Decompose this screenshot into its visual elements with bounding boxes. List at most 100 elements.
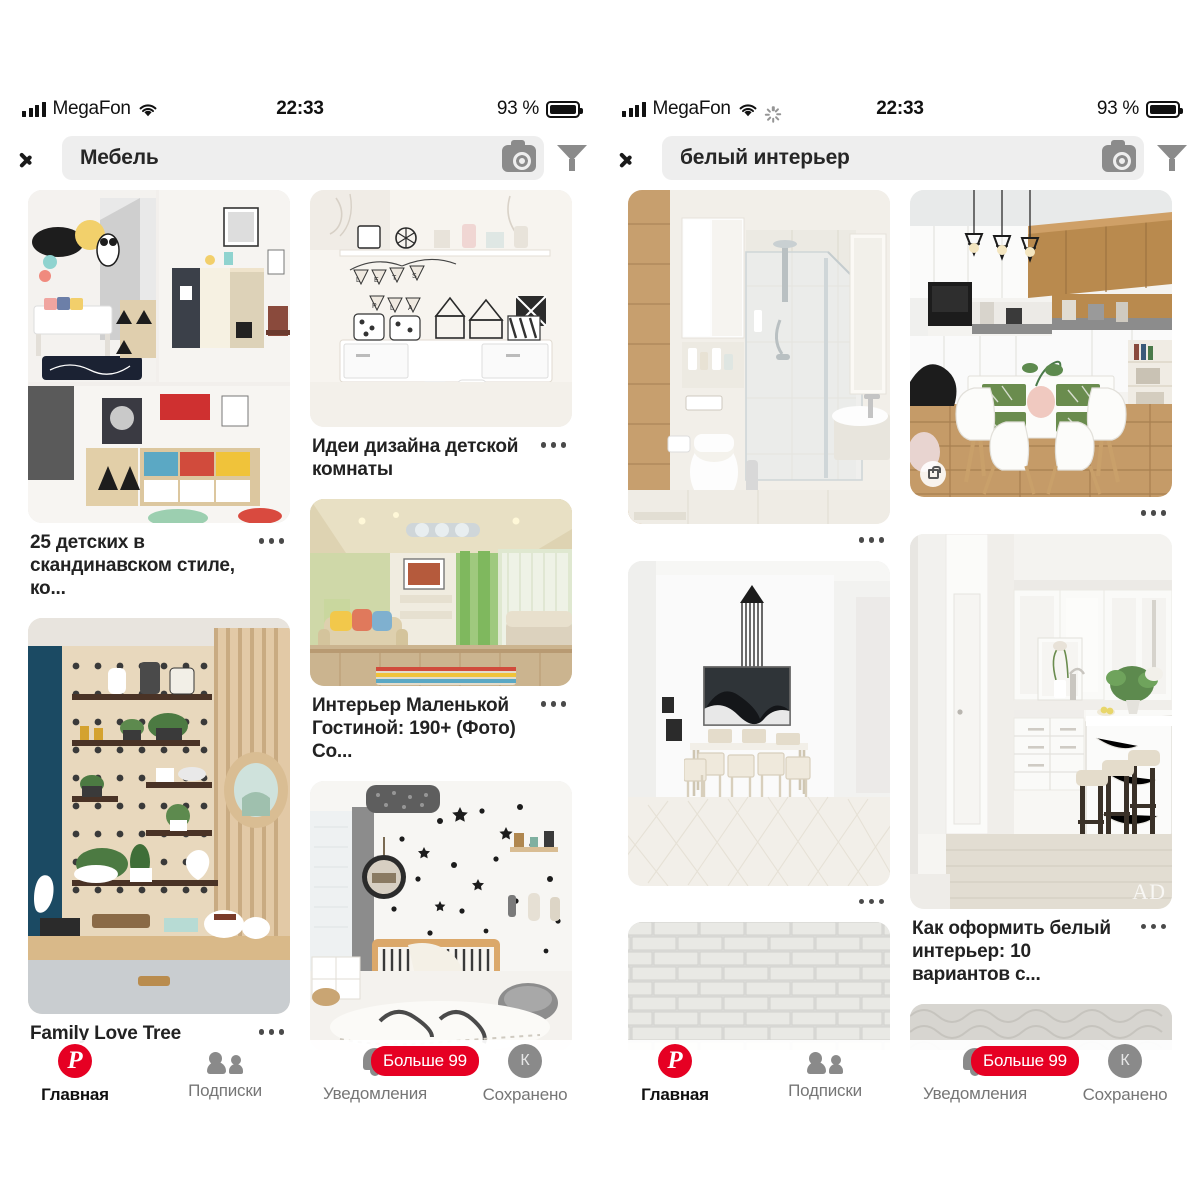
chevron-left-icon	[29, 146, 44, 170]
battery-icon	[546, 100, 583, 118]
avatar-icon: К	[1108, 1043, 1142, 1078]
bottom-tab-bar[interactable]: P Главная Подписки Больше 99 Уведомления…	[600, 1040, 1200, 1108]
pin-card[interactable]	[628, 922, 890, 1050]
pin-grid[interactable]: AD Как оформить белый интерьер: 10 вариа…	[600, 190, 1200, 1050]
battery-percent-label: 93 %	[496, 98, 539, 119]
status-bar: MegaFon 22:33 93 %	[0, 92, 600, 126]
pin-card[interactable]	[628, 190, 890, 543]
battery-percent-label: 93 %	[1096, 98, 1139, 119]
pin-menu-button[interactable]	[540, 435, 571, 448]
status-bar: MegaFon 22:33 93 %	[600, 92, 1200, 126]
pin-card[interactable]	[628, 560, 890, 904]
tab-label: Главная	[41, 1084, 109, 1104]
pin-menu-button[interactable]	[858, 892, 889, 904]
filter-button[interactable]	[1144, 144, 1200, 172]
svg-text:L: L	[356, 277, 360, 284]
pin-meta	[910, 497, 1172, 516]
chevron-left-icon	[629, 146, 644, 170]
tab-notifications[interactable]: Больше 99 Уведомления	[900, 1040, 1079, 1108]
pin-card[interactable]: 25 детских в скандинавском стиле, ко...	[28, 190, 290, 600]
search-input[interactable]: белый интерьер	[662, 136, 1144, 180]
pin-menu-button[interactable]	[540, 694, 571, 707]
people-icon	[207, 1048, 243, 1074]
pin-card[interactable]: Интерьер Маленькой Гостиной: 190+ (Фото)…	[310, 499, 572, 763]
tab-following[interactable]: Подписки	[750, 1040, 900, 1108]
ad-watermark: AD	[1132, 878, 1166, 904]
svg-text:A: A	[408, 305, 413, 312]
pin-image-white-kitchen[interactable]: AD	[910, 533, 1172, 909]
search-header: Мебель	[0, 134, 600, 182]
pin-column-left	[628, 190, 890, 1050]
tab-label: Подписки	[188, 1080, 262, 1100]
pin-meta: Идеи дизайна детской комнаты	[310, 427, 572, 481]
back-button[interactable]	[614, 146, 658, 170]
tab-label: Уведомления	[322, 1083, 428, 1103]
pin-image-greenroom[interactable]	[310, 499, 572, 686]
pin-meta: 25 детских в скандинавском стиле, ко...	[28, 523, 290, 600]
tab-saved[interactable]: К Сохранено	[450, 1040, 600, 1108]
tab-label: Подписки	[788, 1080, 862, 1100]
tab-following[interactable]: Подписки	[150, 1040, 300, 1108]
pin-column-right: L E T S P L A Идеи дизайна детской комна…	[310, 190, 572, 1050]
pinterest-logo-icon: P	[58, 1043, 92, 1078]
search-input[interactable]: Мебель	[62, 136, 544, 180]
pin-menu-button[interactable]	[1140, 917, 1171, 929]
pin-card[interactable]	[910, 190, 1172, 516]
battery-icon	[1146, 100, 1183, 118]
search-query-text: Мебель	[80, 146, 159, 169]
pin-image-nursery[interactable]	[310, 781, 572, 1050]
phone-screen-right: MegaFon 22:33 93 % белый интерьер AD Как…	[600, 0, 1200, 1200]
filter-button[interactable]	[544, 144, 600, 172]
filter-funnel-icon	[1157, 144, 1187, 172]
tab-home[interactable]: P Главная	[600, 1040, 750, 1108]
tab-label: Уведомления	[922, 1083, 1028, 1103]
pin-meta	[628, 886, 890, 904]
tab-label: Сохранено	[482, 1084, 568, 1104]
shopping-bag-badge-icon	[920, 461, 946, 487]
pin-image-brickwall[interactable]	[628, 922, 890, 1050]
pin-menu-button[interactable]	[258, 1022, 289, 1035]
phone-screen-left: MegaFon 22:33 93 % Мебель 25 детских в с…	[0, 0, 600, 1200]
pin-menu-button[interactable]	[258, 531, 289, 544]
pin-column-right: AD Как оформить белый интерьер: 10 вариа…	[910, 190, 1172, 1050]
pin-grid[interactable]: 25 детских в скандинавском стиле, ко...	[0, 190, 600, 1050]
pin-image-dining[interactable]	[628, 560, 890, 886]
tab-notifications[interactable]: Больше 99 Уведомления	[300, 1040, 479, 1108]
pin-meta	[628, 524, 890, 543]
tab-label: Сохранено	[1082, 1084, 1168, 1104]
status-right-group: 93 %	[496, 98, 583, 120]
pin-image-bathroom[interactable]	[628, 190, 890, 524]
back-button[interactable]	[14, 146, 58, 170]
pin-image-kids-collage[interactable]	[28, 190, 290, 523]
pin-meta: Как оформить белый интерьер: 10 варианто…	[910, 909, 1172, 986]
avatar-icon: К	[508, 1043, 542, 1078]
pin-image-playroom[interactable]: L E T S P L A	[310, 190, 572, 427]
pin-card[interactable]	[310, 781, 572, 1050]
pin-title: 25 детских в скандинавском стиле, ко...	[30, 532, 235, 599]
status-right-group: 93 %	[1096, 98, 1183, 120]
pin-meta: Интерьер Маленькой Гостиной: 190+ (Фото)…	[310, 686, 572, 763]
pin-card[interactable]: AD Как оформить белый интерьер: 10 вариа…	[910, 533, 1172, 986]
pin-menu-button[interactable]	[858, 530, 889, 543]
search-query-text: белый интерьер	[680, 146, 850, 169]
tab-saved[interactable]: К Сохранено	[1050, 1040, 1200, 1108]
svg-text:E: E	[374, 277, 379, 284]
pin-title: Интерьер Маленькой Гостиной: 190+ (Фото)…	[312, 695, 516, 762]
dual-phone-screenshot: MegaFon 22:33 93 % Мебель 25 детских в с…	[0, 0, 1200, 1200]
search-header: белый интерьер	[600, 134, 1200, 182]
svg-text:L: L	[390, 305, 394, 312]
svg-text:T: T	[392, 275, 397, 282]
pin-image-pegboard[interactable]	[28, 618, 290, 1014]
camera-icon[interactable]	[502, 139, 536, 172]
pin-card[interactable]: Family Love Tree	[28, 618, 290, 1045]
pinterest-logo-icon: P	[658, 1043, 692, 1078]
pin-card[interactable]: L E T S P L A Идеи дизайна детской комна…	[310, 190, 572, 481]
tab-home[interactable]: P Главная	[0, 1040, 150, 1108]
pin-menu-button[interactable]	[1140, 503, 1171, 516]
camera-icon[interactable]	[1102, 139, 1136, 172]
bottom-tab-bar[interactable]: P Главная Подписки Больше 99 Уведомления…	[0, 1040, 600, 1108]
filter-funnel-icon	[557, 144, 587, 172]
svg-text:P: P	[372, 303, 377, 310]
tab-label: Главная	[641, 1084, 709, 1104]
pin-image-kitchen[interactable]	[910, 190, 1172, 497]
